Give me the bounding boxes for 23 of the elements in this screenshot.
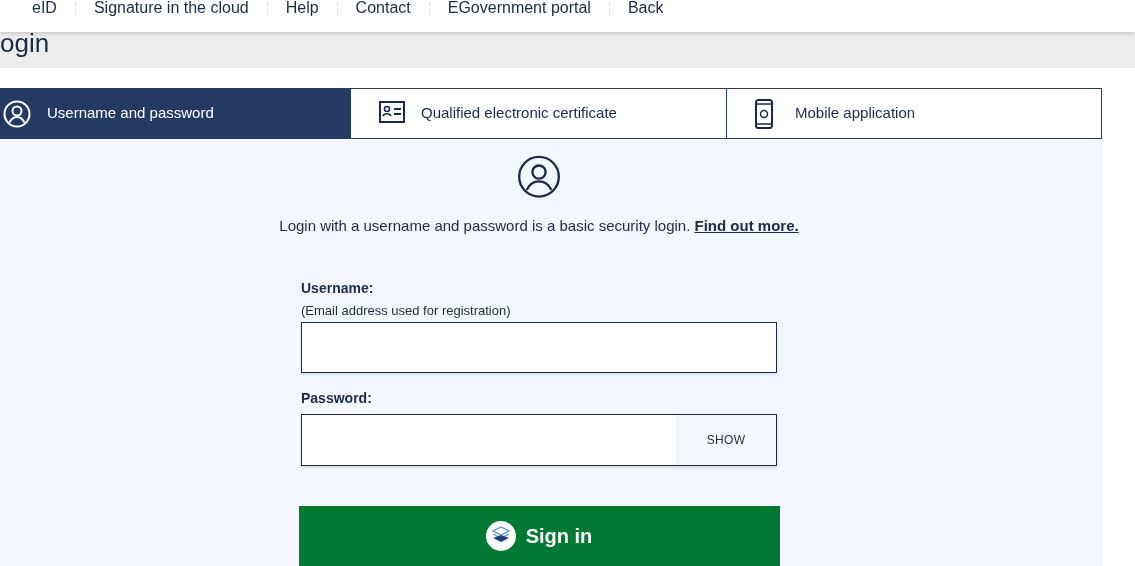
password-label: Password: xyxy=(301,390,373,406)
password-field[interactable]: SHOW xyxy=(301,414,777,466)
username-field[interactable] xyxy=(301,322,777,373)
id-card-icon xyxy=(379,100,405,123)
nav-link[interactable]: EGovernment portal xyxy=(447,0,591,16)
user-icon xyxy=(3,99,31,128)
tab[interactable]: Mobile application xyxy=(727,88,1102,139)
find-out-more-link[interactable]: Find out more. xyxy=(694,216,799,234)
username-label: Username: xyxy=(301,280,375,296)
show-password-button[interactable]: SHOW xyxy=(676,415,776,465)
tab[interactable]: Qualified electronic certificate xyxy=(351,88,727,139)
nav-link[interactable]: eID xyxy=(32,0,57,16)
sign-in-button[interactable]: Sign in xyxy=(298,506,780,566)
intro-text: Login with a username and password is a basic security login. Find out more. xyxy=(279,215,799,236)
nav-link[interactable]: Back xyxy=(627,0,664,16)
tab[interactable]: Username and password xyxy=(0,88,351,139)
phone-icon xyxy=(755,98,773,129)
nav-link[interactable]: Help xyxy=(285,0,319,16)
nav-link[interactable]: Signature in the cloud xyxy=(93,0,249,16)
page-title: ogin xyxy=(0,30,50,56)
layers-icon xyxy=(485,521,516,551)
username-hint: (Email address used for registration) xyxy=(301,303,512,319)
nav-link[interactable]: Contact xyxy=(355,0,411,16)
